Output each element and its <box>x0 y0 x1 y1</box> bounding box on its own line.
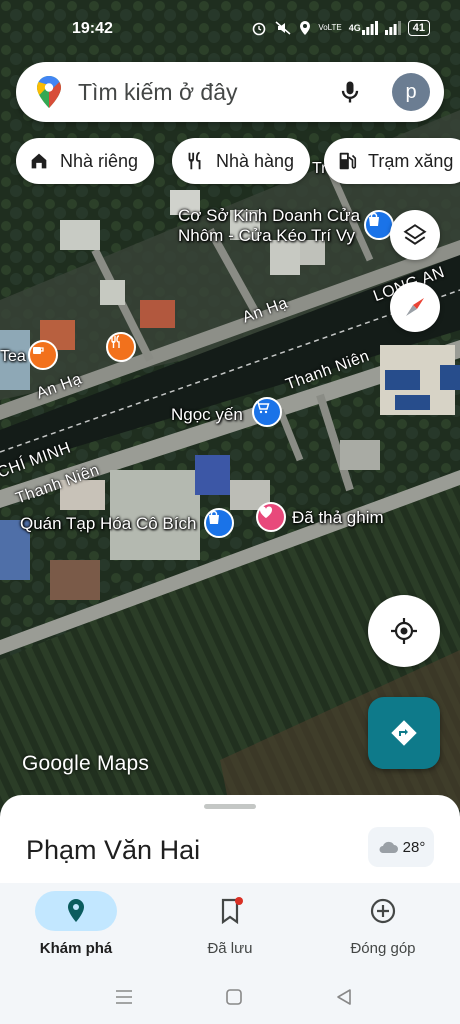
menu-icon <box>116 990 132 1004</box>
account-avatar[interactable]: p <box>392 73 430 111</box>
nav-contribute[interactable]: Đóng góp <box>313 891 453 957</box>
nav-explore-indicator <box>35 891 117 931</box>
nav-saved-indicator <box>189 891 271 931</box>
volte-icon: VoLTE <box>318 23 342 32</box>
restaurant-pin-icon[interactable] <box>106 332 136 362</box>
location-icon <box>299 20 311 36</box>
cafe-pin-icon[interactable] <box>28 340 58 370</box>
current-area-name: Phạm Văn Hai <box>26 835 201 865</box>
search-bar[interactable]: Tìm kiếm ở đây p <box>16 62 444 122</box>
bottom-navigation: Khám phá Đã lưu Đóng góp <box>0 883 460 971</box>
my-location-button[interactable] <box>368 595 440 667</box>
weather-chip[interactable]: 28° <box>368 827 434 867</box>
chip-restaurants-label: Nhà hàng <box>216 150 295 171</box>
layers-button[interactable] <box>390 210 440 260</box>
dropped-pin-heart-icon[interactable] <box>256 502 286 532</box>
back-triangle-icon <box>337 989 351 1005</box>
crosshair-location-icon <box>391 618 417 644</box>
compass-icon <box>406 298 424 316</box>
search-input[interactable]: Tìm kiếm ở đây <box>78 79 336 106</box>
chip-home-label: Nhà riêng <box>60 150 139 171</box>
chip-gas-stations[interactable]: Trạm xăng <box>324 138 460 184</box>
status-time: 19:42 <box>72 20 113 37</box>
temperature: 28° <box>402 838 426 856</box>
directions-icon <box>391 720 417 746</box>
mute-icon <box>274 20 292 36</box>
chip-home[interactable]: Nhà riêng <box>16 138 155 184</box>
poi-label-cafe-partial[interactable]: Tea <box>0 348 26 366</box>
home-square-icon <box>226 989 242 1005</box>
alarm-icon <box>251 20 267 36</box>
cloud-icon <box>379 841 398 853</box>
compass-button[interactable] <box>390 282 440 332</box>
poi-label-grocery[interactable]: Quán Tạp Hóa Cô Bích <box>20 514 196 534</box>
poi-label-ngoc-yen[interactable]: Ngọc yến <box>171 405 243 425</box>
poi-label-shop[interactable]: Cơ Sở Kinh Doanh Cửa Nhôm - Cửa Kéo Trí … <box>178 206 360 245</box>
nav-explore[interactable]: Khám phá <box>6 891 146 957</box>
signal-4g-icon: 4G <box>349 21 378 35</box>
layers-icon <box>403 224 427 245</box>
sheet-drag-handle[interactable] <box>204 804 256 809</box>
explore-pin-icon <box>68 899 84 922</box>
gas-station-icon <box>339 152 357 170</box>
dropped-pin-label[interactable]: Đã thả ghim <box>292 508 384 528</box>
nav-saved[interactable]: Đã lưu <box>160 891 300 957</box>
recent-apps-button[interactable] <box>112 985 136 1009</box>
battery-icon: 41 <box>407 20 430 36</box>
directions-button[interactable] <box>368 697 440 769</box>
chip-gas-stations-label: Trạm xăng <box>368 150 454 171</box>
chip-restaurants[interactable]: Nhà hàng <box>172 138 311 184</box>
status-bar: 19:42 VoLTE 4G 41 <box>0 0 460 40</box>
signal-icon <box>384 21 401 35</box>
back-button[interactable] <box>332 985 356 1009</box>
home-button[interactable] <box>222 985 246 1009</box>
restaurant-icon <box>188 151 201 170</box>
google-maps-watermark: Google Maps <box>22 752 150 775</box>
add-circle-icon <box>370 898 396 924</box>
grocery-bag-pin-icon[interactable] <box>204 508 234 538</box>
nav-contribute-indicator <box>342 891 424 931</box>
notification-dot <box>235 897 243 905</box>
google-maps-logo-icon <box>37 76 61 108</box>
mic-icon[interactable] <box>336 78 364 106</box>
shopping-cart-pin-icon[interactable] <box>252 397 282 427</box>
nav-contribute-label: Đóng góp <box>350 940 416 957</box>
explore-bottom-sheet[interactable]: Phạm Văn Hai 28° <box>0 795 460 885</box>
nav-explore-label: Khám phá <box>39 940 113 957</box>
system-navigation-bar <box>0 971 460 1024</box>
home-icon <box>31 153 47 169</box>
nav-saved-label: Đã lưu <box>207 940 253 957</box>
